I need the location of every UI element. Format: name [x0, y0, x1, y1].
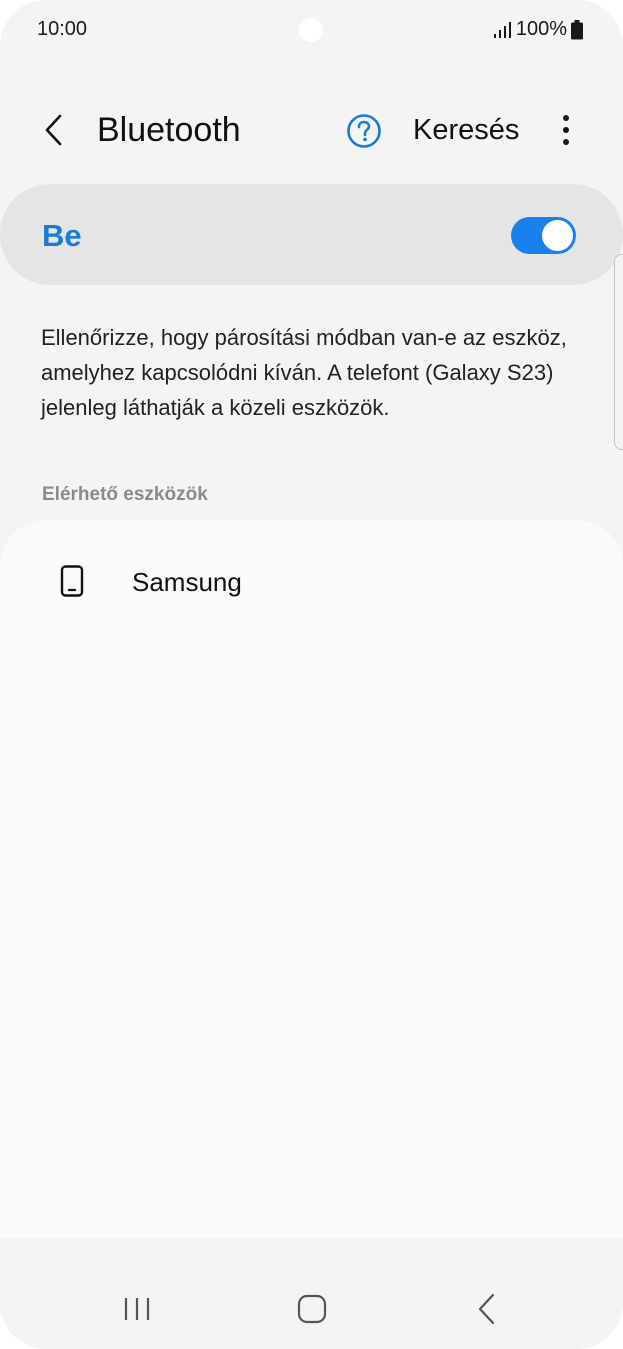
back-button[interactable]: [32, 108, 76, 152]
page-title: Bluetooth: [97, 111, 241, 149]
help-icon[interactable]: [346, 113, 382, 149]
device-name: Samsung: [132, 567, 242, 597]
signal-icon: [493, 21, 511, 38]
camera-cutout: [299, 18, 323, 42]
battery-icon: [571, 19, 583, 39]
list-item[interactable]: Samsung: [0, 522, 623, 642]
bluetooth-switch[interactable]: [511, 217, 576, 254]
scrollbar[interactable]: [614, 254, 623, 450]
status-time: 10:00: [37, 18, 88, 40]
back-icon: [45, 114, 62, 146]
more-icon[interactable]: [554, 110, 578, 150]
phone-screen: 10:00 100% Bluetooth Keresés Be Ellenőri…: [0, 0, 623, 1349]
description-text: Ellenőrizze, hogy párosítási módban van-…: [41, 325, 567, 420]
navigation-bar: [0, 1238, 623, 1349]
status-icons: 100%: [492, 18, 583, 41]
recent-apps-icon[interactable]: [120, 1294, 154, 1324]
home-icon[interactable]: [295, 1294, 329, 1324]
toggle-label: Be: [42, 218, 82, 253]
phone-icon: [60, 565, 84, 597]
section-header: Elérhető eszközök: [42, 484, 208, 505]
search-button[interactable]: Keresés: [413, 108, 519, 152]
back-nav-icon[interactable]: [474, 1292, 500, 1326]
battery-percent: 100%: [515, 18, 567, 40]
switch-knob: [542, 220, 573, 251]
